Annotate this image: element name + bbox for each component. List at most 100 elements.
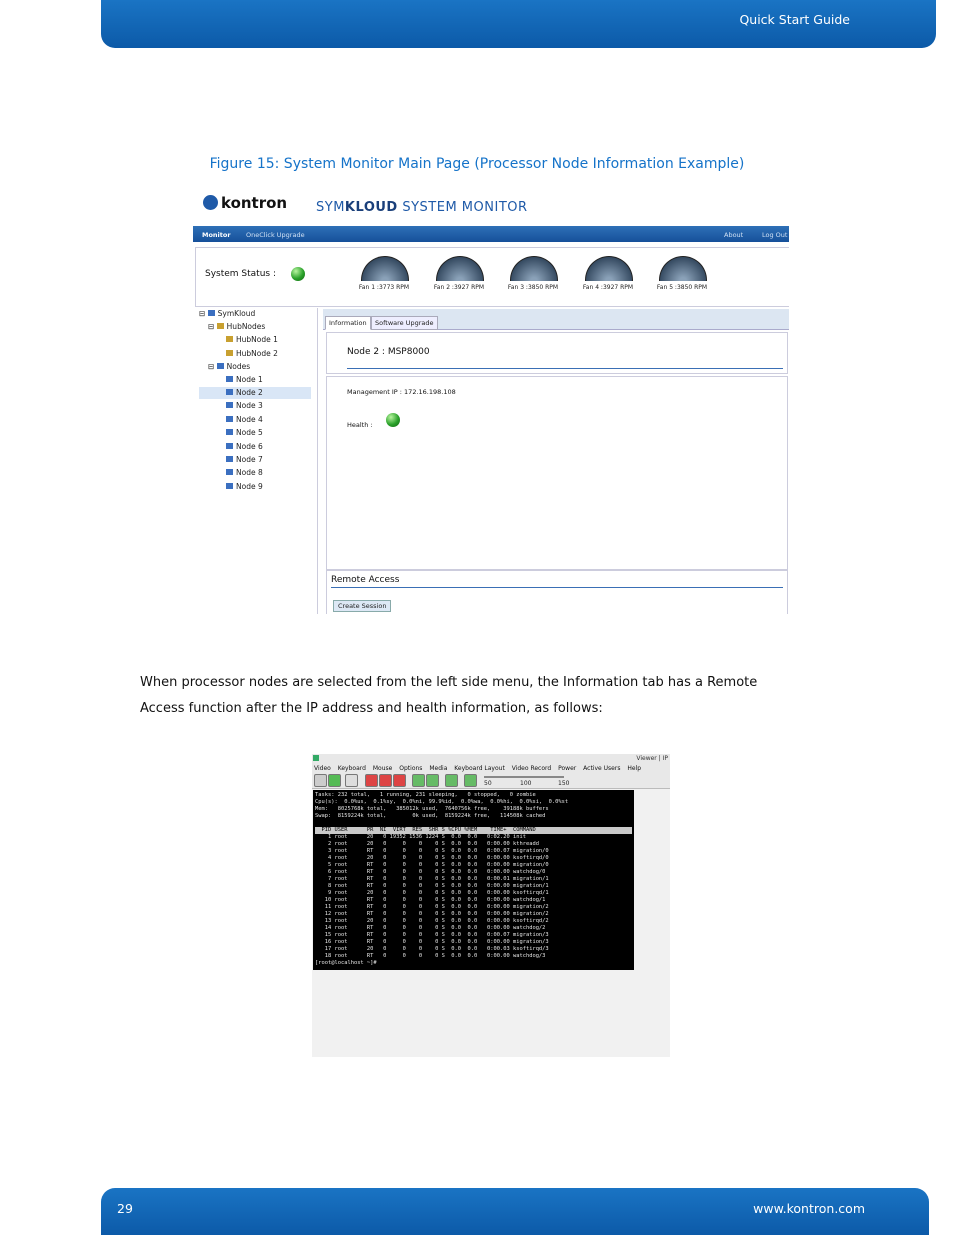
- monitor-icon: [226, 483, 233, 489]
- app-icon: [313, 755, 319, 761]
- tree-item-label: Node 5: [236, 428, 263, 437]
- fan-gauge: Fan 3 :3850 RPM: [503, 256, 563, 291]
- terminal-line: 4 root 20 0 0 0 0 S 0.0 0.0 0:00.00 ksof…: [315, 855, 549, 861]
- menu-media[interactable]: Media: [429, 765, 447, 772]
- keyboard-icon[interactable]: [412, 774, 425, 787]
- tree-node-8[interactable]: Node 8: [226, 467, 263, 479]
- page-header-bar: Quick Start Guide: [101, 0, 936, 48]
- remote-access-underline: [331, 587, 783, 588]
- create-session-button[interactable]: Create Session: [333, 600, 392, 612]
- fan-label: Fan 3 :3850 RPM: [507, 284, 559, 291]
- monitor-icon: [226, 443, 233, 449]
- tree-root[interactable]: ⊟ SymKloud: [199, 308, 255, 320]
- console-toolbar: Viewer | IP Video Keyboard Mouse Options…: [312, 754, 670, 789]
- fan-gauge: Fan 2 :3927 RPM: [429, 256, 489, 291]
- record-icon[interactable]: [365, 774, 378, 787]
- app-title-suffix: SYSTEM MONITOR: [402, 200, 528, 215]
- media-icon[interactable]: [445, 774, 458, 787]
- power-icon[interactable]: [393, 774, 406, 787]
- system-status-led-icon: [291, 267, 305, 281]
- monitor-icon: [226, 429, 233, 435]
- zoom-slider[interactable]: 50 100 150: [484, 774, 569, 787]
- terminal-output[interactable]: Tasks: 232 total, 1 running, 231 sleepin…: [313, 790, 634, 970]
- tree-node-1[interactable]: Node 1: [226, 374, 263, 386]
- figure-caption: Figure 15: System Monitor Main Page (Pro…: [209, 156, 745, 172]
- kontron-logo-text: kontron: [221, 194, 288, 212]
- terminal-line: 17 root 20 0 0 0 0 S 0.0 0.0 0:00.03 kso…: [315, 946, 549, 952]
- terminal-line: 12 root RT 0 0 0 0 S 0.0 0.0 0:00.00 mig…: [315, 911, 549, 917]
- menu-keyboard[interactable]: Keyboard: [338, 765, 366, 772]
- zoom-tick: 50: [484, 780, 492, 787]
- tree-node-6[interactable]: Node 6: [226, 441, 263, 453]
- tab-information[interactable]: Information: [325, 316, 371, 330]
- fan-label: Fan 5 :3850 RPM: [656, 284, 708, 291]
- fan-gauge: Fan 1 :3773 RPM: [354, 256, 414, 291]
- users-icon[interactable]: [464, 774, 477, 787]
- mouse-icon[interactable]: [426, 774, 439, 787]
- monitor-icon: [226, 456, 233, 462]
- menu-keyboard-layout[interactable]: Keyboard Layout: [454, 765, 505, 772]
- tree-node-5[interactable]: Node 5: [226, 427, 263, 439]
- app-title-prefix: SYM: [316, 200, 345, 215]
- terminal-line: 1 root 20 0 19352 1536 1224 S 0.0 0.0 0:…: [315, 834, 526, 840]
- terminal-line: Cpu(s): 0.0%us, 0.1%sy, 0.0%ni, 99.9%id,…: [315, 799, 569, 805]
- menu-options[interactable]: Options: [399, 765, 422, 772]
- tab-bar: Information Software Upgrade: [323, 309, 789, 330]
- footer-url[interactable]: www.kontron.com: [753, 1201, 865, 1216]
- tree-nodes[interactable]: ⊟ Nodes: [208, 361, 250, 373]
- menu-power[interactable]: Power: [558, 765, 576, 772]
- hub-icon: [216, 323, 224, 329]
- page-footer-bar: 29 www.kontron.com: [101, 1188, 929, 1235]
- tree-item-label: Node 3: [236, 401, 263, 410]
- nav-about[interactable]: About: [724, 231, 743, 239]
- system-status-panel: System Status : Fan 1 :3773 RPM Fan 2 :3…: [195, 247, 789, 307]
- console-window-title: Viewer | IP: [636, 755, 668, 762]
- remote-access-panel: Remote Access Create Session: [326, 570, 788, 614]
- tree-node-7[interactable]: Node 7: [226, 454, 263, 466]
- tree-node-3[interactable]: Node 3: [226, 400, 263, 412]
- menu-help[interactable]: Help: [627, 765, 641, 772]
- remote-console-screenshot: Viewer | IP Video Keyboard Mouse Options…: [312, 754, 670, 1057]
- header-title: Quick Start Guide: [739, 12, 850, 27]
- terminal-line: 18 root RT 0 0 0 0 S 0.0 0.0 0:00.00 wat…: [315, 953, 546, 959]
- tree-item-label: Node 2: [236, 388, 263, 397]
- terminal-line: 14 root RT 0 0 0 0 S 0.0 0.0 0:00.00 wat…: [315, 925, 546, 931]
- menu-active-users[interactable]: Active Users: [583, 765, 620, 772]
- menu-mouse[interactable]: Mouse: [373, 765, 392, 772]
- tab-software-upgrade[interactable]: Software Upgrade: [371, 316, 438, 330]
- terminal-line: 8 root RT 0 0 0 0 S 0.0 0.0 0:00.00 migr…: [315, 883, 549, 889]
- terminal-line: 16 root RT 0 0 0 0 S 0.0 0.0 0:00.00 mig…: [315, 939, 549, 945]
- nav-logout[interactable]: Log Out: [762, 231, 787, 239]
- tree-node-4[interactable]: Node 4: [226, 414, 263, 426]
- terminal-line: PID USER PR NI VIRT RES SHR S %CPU %MEM …: [315, 827, 632, 834]
- monitor-icon: [226, 389, 233, 395]
- health-led-icon: [386, 413, 400, 427]
- node-info-panel: Management IP : 172.16.198.108 Health :: [326, 376, 788, 570]
- menu-video[interactable]: Video: [314, 765, 331, 772]
- menu-video-record[interactable]: Video Record: [512, 765, 551, 772]
- gauge-dial-icon: [510, 256, 558, 281]
- nav-monitor[interactable]: Monitor: [202, 231, 231, 239]
- tree-item-label: Node 9: [236, 482, 263, 491]
- tree-hubnodes[interactable]: ⊟ HubNodes: [208, 321, 265, 333]
- tree-node-2[interactable]: Node 2: [199, 387, 311, 399]
- fan-label: Fan 2 :3927 RPM: [433, 284, 485, 291]
- title-underline: [347, 368, 783, 369]
- gauge-dial-icon: [659, 256, 707, 281]
- kontron-logo-mark-icon: [203, 195, 218, 210]
- tree-node-9[interactable]: Node 9: [226, 481, 263, 493]
- tree-hubnode-2[interactable]: HubNode 2: [226, 348, 278, 360]
- app-title-bold: KLOUD: [344, 200, 398, 215]
- nav-oneclick-upgrade[interactable]: OneClick Upgrade: [246, 231, 305, 239]
- stop-icon[interactable]: [379, 774, 392, 787]
- system-status-label: System Status :: [205, 269, 276, 279]
- tree-root-label: SymKloud: [217, 309, 256, 318]
- fullscreen-icon[interactable]: [345, 774, 358, 787]
- console-menu: Video Keyboard Mouse Options Media Keybo…: [314, 765, 646, 772]
- node-tree: ⊟ SymKloud ⊟ HubNodes HubNode 1 HubNode …: [195, 308, 318, 614]
- tree-hubnode-1[interactable]: HubNode 1: [226, 334, 278, 346]
- pause-icon[interactable]: [314, 774, 327, 787]
- fan-label: Fan 1 :3773 RPM: [358, 284, 410, 291]
- resume-icon[interactable]: [328, 774, 341, 787]
- fan-gauge: Fan 4 :3927 RPM: [578, 256, 638, 291]
